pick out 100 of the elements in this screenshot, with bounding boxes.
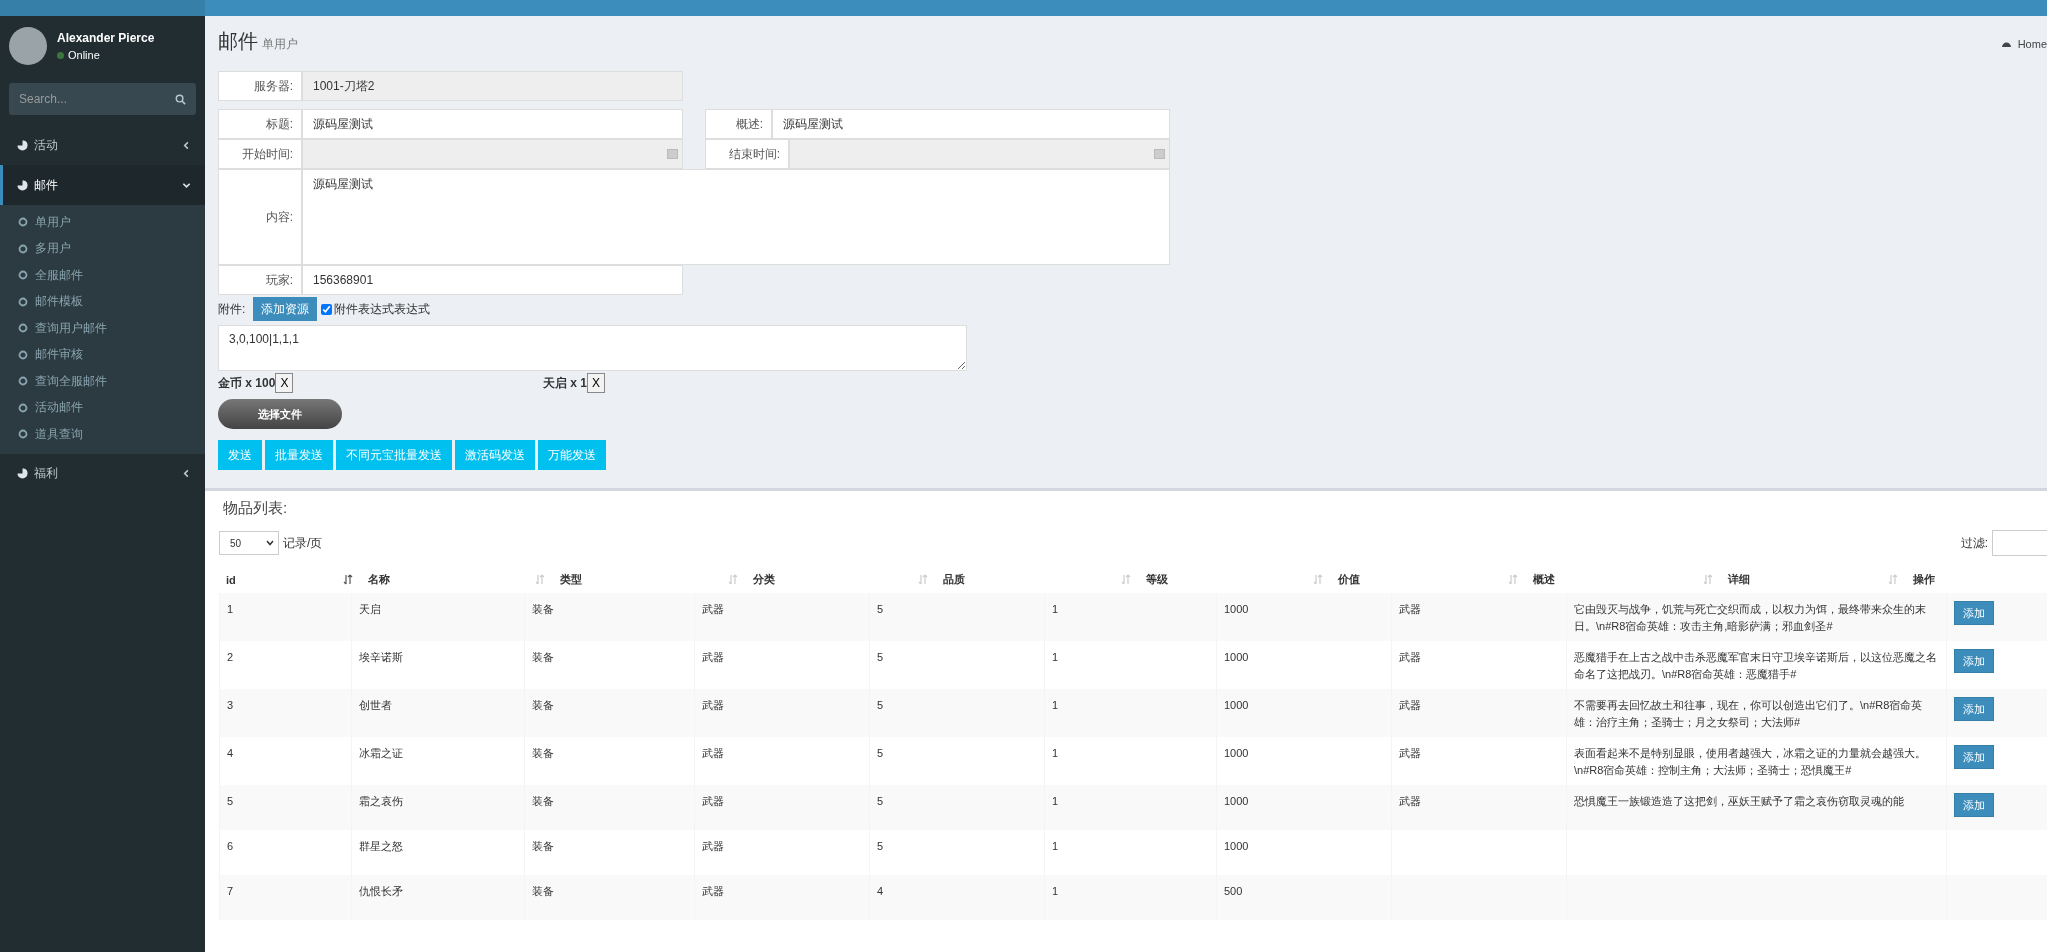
table-cell: 装备 (532, 747, 554, 759)
filter-label: 过滤: (1960, 534, 1988, 552)
table-cell: 1000 (1224, 840, 1249, 852)
caret-icon (266, 540, 274, 546)
add-resource-button[interactable]: 添加资源 (253, 297, 318, 321)
table-cell: 武器 (1399, 603, 1421, 615)
sort-icon (535, 574, 545, 585)
add-button[interactable]: 添加 (1954, 649, 1994, 673)
table-cell: 1000 (1224, 795, 1249, 807)
field-label: 内容: (218, 169, 302, 265)
table-cell: 装备 (532, 651, 554, 663)
submenu-item[interactable]: 全服邮件 (0, 262, 205, 289)
page-size-select[interactable]: 50 (219, 531, 279, 555)
attachment-label: 附件: (218, 300, 246, 318)
field-label: 概述: (705, 109, 772, 139)
table-cell: 1 (1052, 651, 1059, 663)
table-cell: 武器 (702, 747, 724, 759)
table-cell: 霜之哀伤 (359, 795, 403, 807)
choose-file-button[interactable]: 选择文件 (218, 399, 342, 429)
expression-field[interactable]: 3,0,100|1,1,1 (218, 325, 967, 371)
menu-item[interactable]: 活动 (0, 125, 205, 165)
column-header[interactable]: 操作 (1906, 566, 2047, 593)
column-header[interactable]: 品质 (936, 566, 1139, 593)
online-dot (57, 51, 64, 59)
pie-chart-icon (17, 468, 28, 479)
table-cell: 武器 (702, 885, 724, 897)
remove-button[interactable]: X (275, 373, 294, 393)
submenu-item[interactable]: 邮件审核 (0, 341, 205, 368)
field-label: 结束时间: (705, 139, 789, 169)
table-cell: 天启 (359, 603, 381, 615)
table-cell: 冰霜之证 (359, 747, 403, 759)
table-cell: 恐惧魔王一族锻造造了这把剑，巫妖王赋予了霜之哀伤窃取灵魂的能 (1574, 795, 1904, 807)
submenu-item[interactable]: 查询全服邮件 (0, 368, 205, 395)
table-cell: 装备 (532, 603, 554, 615)
table-cell: 创世者 (359, 699, 392, 711)
column-header[interactable]: id (219, 566, 361, 593)
end-time-field[interactable] (789, 139, 1170, 169)
server-field[interactable]: 1001-刀塔2 (302, 71, 683, 101)
title-field[interactable]: 源码屋测试 (302, 109, 683, 139)
table-cell: 4 (227, 747, 234, 759)
submenu-item[interactable]: 道具查询 (0, 421, 205, 448)
column-header[interactable]: 概述 (1526, 566, 1721, 593)
table-cell: 1000 (1224, 651, 1249, 663)
attachment-item: 天启 x 1 (543, 374, 587, 392)
table-cell: 3 (227, 699, 234, 711)
submenu-item[interactable]: 查询用户邮件 (0, 315, 205, 342)
page-size-label: 记录/页 (283, 534, 323, 552)
filter-field[interactable] (1992, 530, 2047, 556)
column-header[interactable]: 详细 (1721, 566, 1906, 593)
circle-icon (18, 296, 28, 307)
expression-checkbox[interactable] (321, 303, 333, 315)
table-cell: 武器 (1399, 651, 1421, 663)
sort-icon (1703, 574, 1713, 585)
table-cell: 1000 (1224, 603, 1249, 615)
table-cell: 5 (877, 603, 884, 615)
submenu-item[interactable]: 活动邮件 (0, 394, 205, 421)
player-field[interactable]: 156368901 (302, 265, 683, 295)
column-header[interactable]: 等级 (1139, 566, 1331, 593)
search-field[interactable]: Search... (9, 83, 196, 115)
table-cell: 1 (1052, 747, 1059, 759)
column-header[interactable]: 名称 (361, 566, 553, 593)
table-cell: 武器 (702, 699, 724, 711)
table-cell: 装备 (532, 699, 554, 711)
column-header[interactable]: 类型 (553, 566, 746, 593)
table-cell: 1 (227, 603, 234, 615)
menu-item[interactable]: 福利 (0, 453, 205, 494)
field-label: 玩家: (218, 265, 302, 295)
column-header[interactable]: 价值 (1331, 566, 1526, 593)
table-cell: 武器 (1399, 795, 1421, 807)
circle-icon (18, 217, 28, 228)
table-cell: 装备 (532, 795, 554, 807)
start-time-field[interactable] (302, 139, 683, 169)
pie-chart-icon (17, 179, 28, 191)
home-link[interactable]: Home (2017, 37, 2047, 50)
field-label: 开始时间: (218, 139, 302, 169)
table-cell: 500 (1224, 885, 1243, 897)
add-button[interactable]: 添加 (1954, 601, 1994, 625)
table-cell: 恶魔猎手在上古之战中击杀恶魔军官末日守卫埃辛诺斯后，以这位恶魔之名命名了这把战刃。\n#R8宿命英雄：恶魔猎手# (1574, 651, 1937, 680)
table-cell: 它由毁灭与战争，饥荒与死亡交织而成，以权力为饵，最终带来众生的末日。\n#R8宿命英雄：攻击主角,暗影萨满；邪血剑圣# (1574, 603, 1926, 632)
table-cell: 5 (877, 840, 884, 852)
calendar-icon (1154, 149, 1165, 159)
submenu-item[interactable]: 邮件模板 (0, 288, 205, 315)
summary-field[interactable]: 源码屋测试 (772, 109, 1170, 139)
panel-title: 物品列表: (222, 498, 289, 518)
submenu-item[interactable]: 多用户 (0, 235, 205, 262)
table-cell: 5 (877, 651, 884, 663)
table-cell: 装备 (532, 840, 554, 852)
menu-item[interactable]: 邮件 (0, 165, 205, 205)
add-button[interactable]: 添加 (1954, 745, 1994, 769)
circle-icon (18, 323, 28, 334)
page-subtitle: 单用户 (262, 36, 298, 53)
sort-icon (1508, 574, 1518, 585)
add-button[interactable]: 添加 (1954, 793, 1994, 817)
submenu-item[interactable]: 单用户 (0, 209, 205, 236)
column-header[interactable]: 分类 (746, 566, 936, 593)
attachment-item: 金币 x 100 (218, 374, 276, 392)
content-field[interactable]: 源码屋测试 (302, 169, 1170, 265)
remove-button[interactable]: X (587, 373, 606, 393)
table-cell: 1 (1052, 699, 1059, 711)
add-button[interactable]: 添加 (1954, 697, 1994, 721)
